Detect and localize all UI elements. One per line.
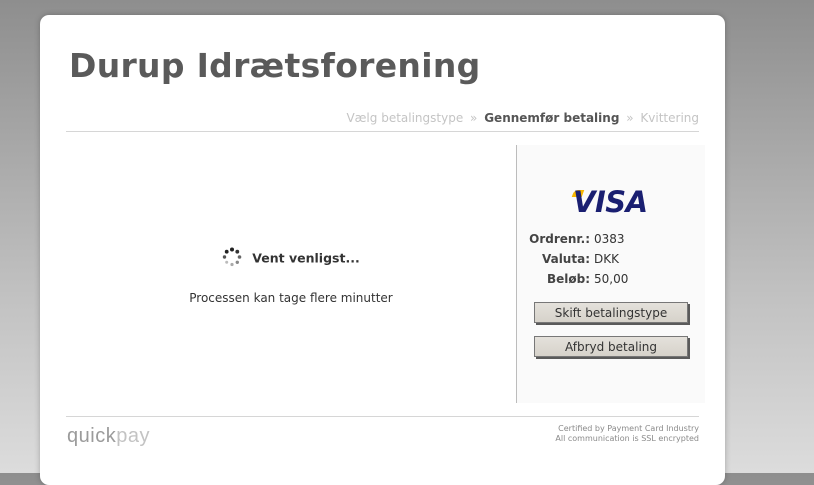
order-number-row: Ordrenr.: 0383	[517, 232, 705, 246]
certification-note: Certified by Payment Card Industry All c…	[555, 424, 699, 444]
wait-message: Vent venligst...	[66, 247, 516, 269]
step-complete-payment: Gennemfør betaling	[484, 111, 620, 125]
amount-label: Beløb:	[546, 272, 590, 286]
status-panel: Vent venligst... Processen kan tage fler…	[66, 145, 516, 403]
wait-text: Vent venligst...	[252, 250, 360, 266]
header-divider	[66, 131, 699, 132]
change-payment-type-button[interactable]: Skift betalingstype	[534, 302, 688, 323]
order-number-label: Ordrenr.:	[529, 232, 590, 246]
brand-head: quick	[67, 425, 117, 447]
certified-line-1: Certified by Payment Card Industry	[558, 424, 699, 433]
amount-value: 50,00	[594, 272, 629, 286]
amount-row: Beløb: 50,00	[517, 272, 705, 286]
brand-tail: pay	[116, 425, 150, 447]
loading-spinner-icon	[222, 247, 242, 267]
payment-steps-breadcrumb: Vælg betalingstype » Gennemfør betaling …	[346, 111, 699, 125]
step-separator: »	[470, 111, 478, 125]
quickpay-logo: quickpay	[67, 425, 150, 448]
cancel-payment-button[interactable]: Afbryd betaling	[534, 336, 688, 357]
page-title: Durup Idrætsforening	[69, 46, 481, 85]
visa-logo: VISA	[573, 185, 648, 219]
footer-divider	[66, 416, 699, 417]
order-number-value: 0383	[594, 232, 625, 246]
currency-label: Valuta:	[541, 252, 590, 266]
payment-info-panel: VISA Ordrenr.: 0383 Valuta: DKK Beløb: 50,0…	[517, 145, 705, 403]
process-text: Processen kan tage flere minutter	[189, 291, 393, 305]
step-separator: »	[626, 111, 634, 125]
currency-row: Valuta: DKK	[517, 252, 705, 266]
certified-line-2: All communication is SSL encrypted	[555, 434, 699, 443]
currency-value: DKK	[594, 252, 619, 266]
step-choose-payment-type: Vælg betalingstype	[346, 111, 464, 125]
step-receipt: Kvittering	[640, 111, 699, 125]
payment-card: Durup Idrætsforening Vælg betalingstype …	[40, 15, 725, 485]
